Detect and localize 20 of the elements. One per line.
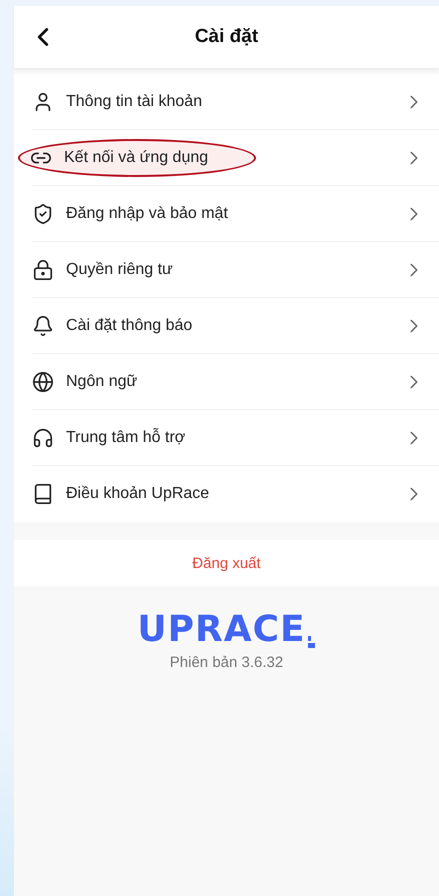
settings-label: Điều khoản UpRace <box>66 485 210 503</box>
version-text: Phiên bản 3.6.32 <box>170 654 284 671</box>
settings-label: Trung tâm hỗ trợ <box>66 429 186 447</box>
shield-icon <box>32 203 54 225</box>
settings-label: Kết nối và ứng dụng <box>64 149 208 167</box>
settings-label: Quyền riêng tư <box>66 261 173 279</box>
settings-label: Cài đặt thông báo <box>66 317 192 335</box>
bell-icon <box>32 315 54 337</box>
settings-label: Đăng nhập và bảo mật <box>66 205 228 223</box>
logout-button[interactable]: Đăng xuất <box>14 540 439 586</box>
book-icon <box>32 483 54 505</box>
lock-icon <box>32 259 54 281</box>
brand-logo: UPRACE <box>137 612 306 648</box>
settings-label: Thông tin tài khoản <box>66 93 202 111</box>
settings-item[interactable]: Điều khoản UpRace <box>14 466 439 522</box>
globe-icon <box>32 371 54 393</box>
logo-dots-icon <box>308 636 316 648</box>
page-title: Cài đặt <box>194 26 258 47</box>
settings-label: Ngôn ngữ <box>66 373 138 391</box>
headphones-icon <box>32 427 54 449</box>
